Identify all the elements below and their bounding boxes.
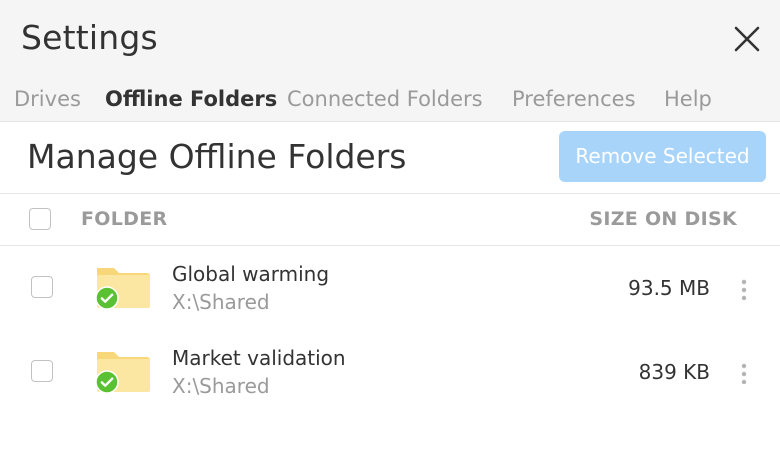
tab-preferences[interactable]: Preferences (512, 82, 636, 116)
row-menu-button[interactable] (734, 276, 754, 304)
check-circle-icon (95, 370, 119, 394)
tab-help[interactable]: Help (664, 82, 712, 116)
folder-path: X:\Shared (172, 374, 270, 398)
folder-path: X:\Shared (172, 290, 270, 314)
row-menu-button[interactable] (734, 360, 754, 388)
folder-size: 93.5 MB (628, 276, 710, 300)
close-icon (734, 26, 760, 52)
column-header-folder[interactable]: FOLDER (81, 205, 167, 233)
check-circle-icon (95, 286, 119, 310)
folder-name: Market validation (172, 346, 346, 370)
tab-bar: Drives Offline Folders Connected Folders… (0, 82, 780, 116)
row-checkbox[interactable] (31, 360, 53, 382)
divider (0, 193, 780, 194)
remove-selected-button[interactable]: Remove Selected (559, 131, 766, 182)
row-checkbox[interactable] (31, 276, 53, 298)
page-title: Manage Offline Folders (27, 137, 407, 176)
folder-size: 839 KB (638, 360, 710, 384)
column-header-size[interactable]: SIZE ON DISK (589, 205, 737, 233)
header-panel: Settings Drives Offline Folders Connecte… (0, 0, 780, 122)
tab-connected-folders[interactable]: Connected Folders (287, 82, 483, 116)
divider (0, 245, 780, 246)
tab-drives[interactable]: Drives (14, 82, 81, 116)
more-vertical-icon (741, 279, 747, 301)
settings-window: Settings Drives Offline Folders Connecte… (0, 0, 780, 468)
more-vertical-icon (741, 363, 747, 385)
window-title: Settings (21, 18, 158, 57)
tab-offline-folders[interactable]: Offline Folders (105, 82, 277, 116)
close-button[interactable] (730, 22, 764, 56)
folder-name: Global warming (172, 262, 330, 286)
select-all-checkbox[interactable] (29, 208, 51, 230)
